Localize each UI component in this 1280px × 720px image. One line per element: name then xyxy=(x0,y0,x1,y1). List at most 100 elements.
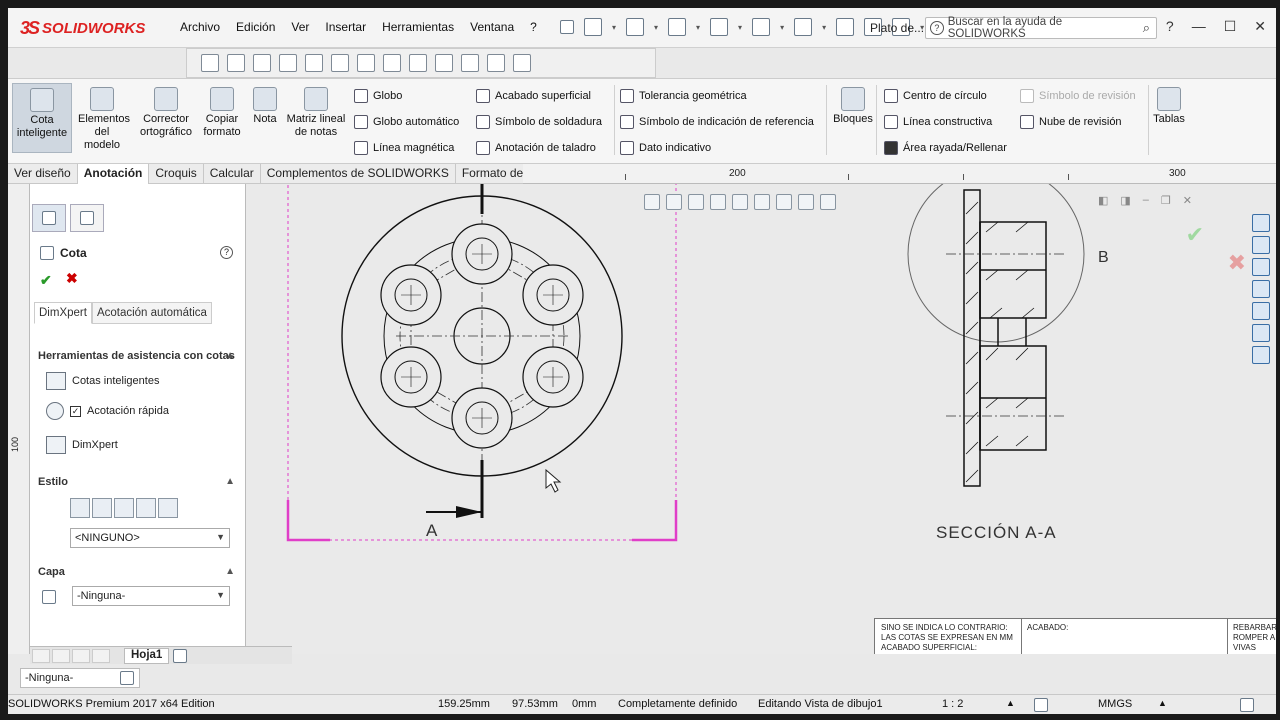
sheet-tab-hoja1[interactable]: Hoja1 xyxy=(124,647,170,664)
eye-icon[interactable] xyxy=(798,194,814,210)
cancel-corner-icon[interactable]: ✖ xyxy=(1228,250,1246,276)
apply-scene-icon[interactable] xyxy=(487,54,505,72)
status-units[interactable]: MMGS xyxy=(1098,698,1132,710)
dato-indicativo-button[interactable]: Dato indicativo xyxy=(620,141,711,155)
add-sheet-icon[interactable] xyxy=(173,648,188,663)
file-explorer-icon[interactable] xyxy=(1252,258,1270,276)
menu-archivo[interactable]: Archivo xyxy=(172,20,228,34)
matriz-lineal-button[interactable]: Matriz lineal de notas xyxy=(284,87,348,139)
section-herramientas[interactable]: Herramientas de asistencia con cotas xyxy=(38,350,235,362)
canvas-close-icon[interactable]: ✕ xyxy=(1183,194,1192,207)
layer-select[interactable]: -Ninguna- ▼ xyxy=(72,586,230,606)
save-icon[interactable] xyxy=(668,18,687,36)
ok-check-icon[interactable]: ✔ xyxy=(40,272,52,289)
monitor-icon[interactable] xyxy=(513,54,531,72)
help-icon[interactable]: ? xyxy=(1166,18,1174,35)
simbolo-soldadura-button[interactable]: Símbolo de soldadura xyxy=(476,115,602,129)
appearances-icon[interactable] xyxy=(1252,302,1270,320)
hide-show-icon[interactable] xyxy=(383,54,401,72)
subtab-acotacion-automatica[interactable]: Acotación automática xyxy=(91,302,212,324)
acotacion-rapida-checkbox[interactable]: ✓ xyxy=(70,405,81,417)
collapse-chevron-icon[interactable]: ▲ xyxy=(225,566,235,577)
linea-magnetica-button[interactable]: Línea magnética xyxy=(354,141,454,155)
view-palette-icon[interactable] xyxy=(1252,280,1270,298)
help-search-box[interactable]: ? Buscar en la ayuda de SOLIDWORKS ⌕ xyxy=(925,16,1157,40)
update-style-icon[interactable] xyxy=(114,498,134,518)
tool-cotas-inteligentes[interactable]: Cotas inteligentes xyxy=(46,372,159,390)
load-style-icon[interactable] xyxy=(158,498,178,518)
add-style-icon[interactable] xyxy=(92,498,112,518)
indicacion-referencia-button[interactable]: Símbolo de indicación de referencia xyxy=(620,115,814,129)
scene-icon[interactable] xyxy=(461,54,479,72)
menu-edicion[interactable]: Edición xyxy=(228,20,283,34)
view-tool-icon[interactable] xyxy=(279,54,297,72)
tablas-button[interactable]: Tablas xyxy=(1152,87,1186,126)
zoom-previous-icon[interactable] xyxy=(688,194,704,210)
previous-sheet-icon[interactable] xyxy=(52,648,70,663)
style-select[interactable]: <NINGUNO> ▼ xyxy=(70,528,230,548)
status-arrow-icon[interactable]: ▲ xyxy=(1006,698,1015,708)
zoom-area-icon[interactable] xyxy=(227,54,245,72)
save-style-icon[interactable] xyxy=(136,498,156,518)
first-sheet-icon[interactable] xyxy=(32,648,50,663)
zoom-selection-icon[interactable] xyxy=(331,54,349,72)
new-document-icon[interactable] xyxy=(584,18,602,36)
appearance-icon[interactable] xyxy=(820,194,836,210)
apply-style-icon[interactable] xyxy=(70,498,90,518)
area-rayada-button[interactable]: Área rayada/Rellenar xyxy=(884,141,1007,155)
menu-help[interactable]: ? xyxy=(522,20,545,34)
tool-acotacion-rapida[interactable]: ✓ Acotación rápida xyxy=(46,402,169,420)
design-library-icon[interactable] xyxy=(1252,236,1270,254)
home-icon[interactable] xyxy=(1252,214,1270,232)
globo-automatico-button[interactable]: Globo automático xyxy=(354,115,459,129)
copiar-formato-button[interactable]: Copiar formato xyxy=(200,87,244,139)
section-capa[interactable]: Capa xyxy=(38,566,65,578)
tab-calcular[interactable]: Calcular xyxy=(204,164,261,184)
anotacion-taladro-button[interactable]: Anotación de taladro xyxy=(476,141,596,155)
menu-insertar[interactable]: Insertar xyxy=(317,20,374,34)
select-icon[interactable] xyxy=(794,18,813,36)
help-icon[interactable]: ? xyxy=(220,246,233,259)
rebuild-status-icon[interactable] xyxy=(1034,698,1048,712)
last-sheet-icon[interactable] xyxy=(92,648,110,663)
zoom-fit-icon[interactable] xyxy=(201,54,219,72)
centro-circulo-button[interactable]: Centro de círculo xyxy=(884,89,987,103)
acabado-superficial-button[interactable]: Acabado superficial xyxy=(476,89,591,103)
menu-ventana[interactable]: Ventana xyxy=(462,20,522,34)
tab-croquis[interactable]: Croquis xyxy=(149,164,204,184)
globo-button[interactable]: Globo xyxy=(354,89,402,103)
drawing-canvas[interactable]: A B SECCIÓN A-A ◧ ◨ – ❐ ✕ ✔ ✖ SINO SE IN… xyxy=(246,184,1276,654)
cota-inteligente-button[interactable]: Cota inteligente xyxy=(12,83,72,153)
open-icon[interactable] xyxy=(626,18,645,36)
confirm-check-icon[interactable]: ✔ xyxy=(1186,222,1204,248)
display-icon[interactable] xyxy=(776,194,792,210)
nota-button[interactable]: Nota xyxy=(250,87,280,126)
layer-properties-icon[interactable] xyxy=(120,671,134,685)
canvas-restore-icon[interactable]: ❐ xyxy=(1161,194,1171,207)
tab-anotacion[interactable]: Anotación xyxy=(77,164,150,184)
corrector-button[interactable]: Corrector ortográfico xyxy=(136,87,196,139)
display-style-icon[interactable] xyxy=(357,54,375,72)
collapse-chevron-icon[interactable]: ▲ xyxy=(225,476,235,487)
collapse-chevron-icon[interactable]: ▲ xyxy=(225,350,235,361)
print-icon[interactable] xyxy=(710,18,729,36)
cancel-x-icon[interactable]: ✖ xyxy=(66,270,78,287)
tab-complementos[interactable]: Complementos de SOLIDWORKS xyxy=(261,164,456,184)
minimize-icon[interactable]: — xyxy=(1192,18,1206,35)
view-back-icon[interactable]: ◧ xyxy=(1098,194,1108,207)
scene-icon[interactable] xyxy=(754,194,770,210)
zoom-fit-icon[interactable] xyxy=(644,194,660,210)
subtab-dimxpert[interactable]: DimXpert xyxy=(34,302,92,324)
customize-icon[interactable] xyxy=(1240,698,1254,712)
tool-dimxpert[interactable]: DimXpert xyxy=(46,436,118,454)
canvas-minimize-icon[interactable]: – xyxy=(1143,194,1149,207)
status-scale[interactable]: 1 : 2 xyxy=(942,698,963,710)
sketch-icon[interactable] xyxy=(710,194,726,210)
search-icon[interactable]: ⌕ xyxy=(1143,20,1150,36)
tolerancia-geometrica-button[interactable]: Tolerancia geométrica xyxy=(620,89,747,103)
menu-ver[interactable]: Ver xyxy=(283,20,317,34)
forum-icon[interactable] xyxy=(1252,346,1270,364)
tab-ver-diseno[interactable]: Ver diseño xyxy=(8,164,78,184)
elementos-modelo-button[interactable]: Elementos del modelo xyxy=(78,87,130,152)
view-forward-icon[interactable]: ◨ xyxy=(1120,194,1130,207)
